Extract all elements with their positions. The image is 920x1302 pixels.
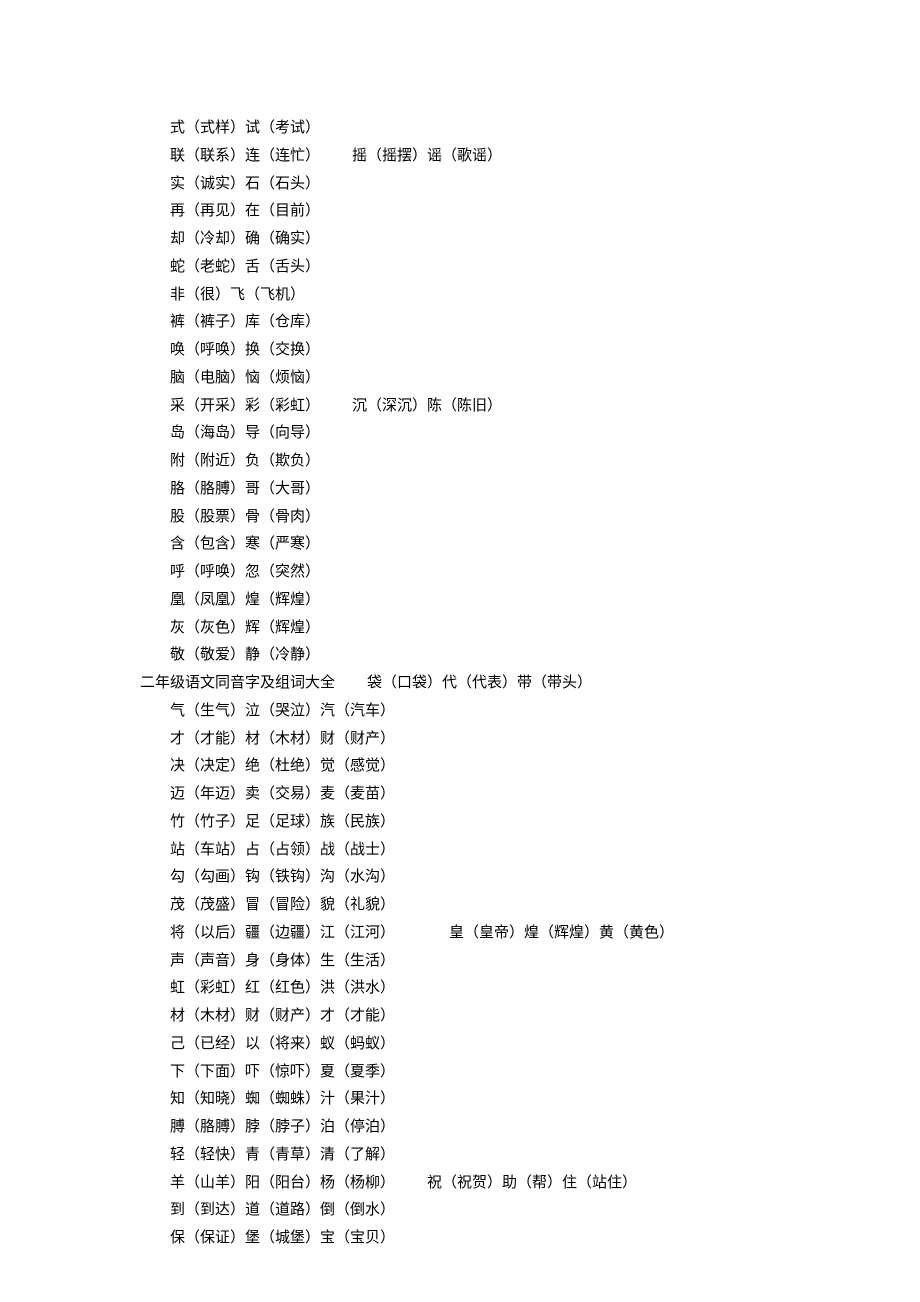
text-line: 羊（山羊）阳（阳台）杨（杨柳） 祝（祝贺）助（帮）住（站住） (140, 1170, 860, 1198)
document-page: 式（式样）试（考试） 联（联系）连（连忙） 摇（摇摆）谣（歌谣） 实（诚实）石（石头）… (0, 0, 920, 1302)
text-line: 材（木材）财（财产）才（才能） (140, 1003, 860, 1031)
text-line: 膊（胳膊）脖（脖子）泊（停泊） (140, 1114, 860, 1142)
text-line: 迈（年迈）卖（交易）麦（麦苗） (140, 781, 860, 809)
text-line: 竹（竹子）足（足球）族（民族） (140, 809, 860, 837)
text-line: 裤（裤子）库（仓库） (140, 309, 860, 337)
text-segment: 祝（祝贺）助（帮）住（站住） (427, 1175, 637, 1191)
text-segment: 摇（摇摆）谣（歌谣） (352, 148, 502, 164)
text-segment: 采（开采）彩（彩虹） (170, 398, 320, 414)
text-segment: 脑（电脑）恼（烦恼） (170, 370, 320, 386)
text-line: 含（包含）寒（严寒） (140, 531, 860, 559)
text-line: 己（已经）以（将来）蚁（蚂蚁） (140, 1031, 860, 1059)
text-segment: 非（很）飞（飞机） (170, 287, 305, 303)
text-line: 才（才能）材（木材）财（财产） (140, 726, 860, 754)
text-segment: 裤（裤子）库（仓库） (170, 314, 320, 330)
text-segment: 再（再见）在（目前） (170, 203, 320, 219)
text-line: 蛇（老蛇）舌（舌头） (140, 254, 860, 282)
text-segment: 虹（彩虹）红（红色）洪（洪水） (170, 980, 395, 996)
text-line: 呼（呼唤）忽（突然） (140, 559, 860, 587)
text-line: 式（式样）试（考试） (140, 115, 860, 143)
text-segment: 下（下面）吓（惊吓）夏（夏季） (170, 1064, 395, 1080)
text-segment: 竹（竹子）足（足球）族（民族） (170, 814, 395, 830)
text-segment: 才（才能）材（木材）财（财产） (170, 731, 395, 747)
text-segment: 实（诚实）石（石头） (170, 176, 320, 192)
text-segment: 敬（敬爱）静（冷静） (170, 647, 320, 663)
text-segment: 将（以后）疆（边疆）江（江河） (170, 925, 395, 941)
text-segment: 含（包含）寒（严寒） (170, 536, 320, 552)
text-line: 将（以后）疆（边疆）江（江河） 皇（皇帝）煌（辉煌）黄（黄色） (140, 920, 860, 948)
text-segment: 保（保证）堡（城堡）宝（宝贝） (170, 1230, 395, 1246)
text-segment: 胳（胳膊）哥（大哥） (170, 481, 320, 497)
text-line: 决（决定）绝（杜绝）觉（感觉） (140, 753, 860, 781)
text-line: 气（生气）泣（哭泣）汽（汽车） (140, 698, 860, 726)
text-segment: 却（冷却）确（确实） (170, 231, 320, 247)
text-segment: 气（生气）泣（哭泣）汽（汽车） (170, 703, 395, 719)
text-line: 非（很）飞（飞机） (140, 282, 860, 310)
text-segment: 蛇（老蛇）舌（舌头） (170, 259, 320, 275)
text-line: 采（开采）彩（彩虹） 沉（深沉）陈（陈旧） (140, 393, 860, 421)
text-segment: 知（知晓）蜘（蜘蛛）汁（果汁） (170, 1091, 395, 1107)
text-line: 唤（呼唤）换（交换） (140, 337, 860, 365)
text-line: 虹（彩虹）红（红色）洪（洪水） (140, 975, 860, 1003)
text-segment: 岛（海岛）导（向导） (170, 425, 320, 441)
text-line: 站（车站）占（占领）战（战士） (140, 837, 860, 865)
text-segment: 二年级语文同音字及组词大全 (140, 675, 335, 691)
text-line: 股（股票）骨（骨肉） (140, 504, 860, 532)
text-segment: 灰（灰色）辉（辉煌） (170, 620, 320, 636)
text-line: 却（冷却）确（确实） (140, 226, 860, 254)
text-line: 敬（敬爱）静（冷静） (140, 642, 860, 670)
text-line: 二年级语文同音字及组词大全 袋（口袋）代（代表）带（带头） (140, 670, 860, 698)
text-segment: 呼（呼唤）忽（突然） (170, 564, 320, 580)
text-line: 实（诚实）石（石头） (140, 171, 860, 199)
text-segment: 股（股票）骨（骨肉） (170, 509, 320, 525)
text-line: 保（保证）堡（城堡）宝（宝贝） (140, 1225, 860, 1253)
text-line: 再（再见）在（目前） (140, 198, 860, 226)
text-segment: 迈（年迈）卖（交易）麦（麦苗） (170, 786, 395, 802)
text-segment: 到（到达）道（道路）倒（倒水） (170, 1202, 395, 1218)
text-segment: 皇（皇帝）煌（辉煌）黄（黄色） (449, 925, 674, 941)
text-segment: 沉（深沉）陈（陈旧） (352, 398, 502, 414)
text-line: 轻（轻快）青（青草）清（了解） (140, 1142, 860, 1170)
text-segment: 袋（口袋）代（代表）带（带头） (367, 675, 592, 691)
text-segment: 己（已经）以（将来）蚁（蚂蚁） (170, 1036, 395, 1052)
text-segment: 羊（山羊）阳（阳台）杨（杨柳） (170, 1175, 395, 1191)
text-segment: 材（木材）财（财产）才（才能） (170, 1008, 395, 1024)
text-segment: 勾（勾画）钩（铁钩）沟（水沟） (170, 869, 395, 885)
text-segment: 唤（呼唤）换（交换） (170, 342, 320, 358)
text-segment: 附（附近）负（欺负） (170, 453, 320, 469)
text-segment: 凰（凤凰）煌（辉煌） (170, 592, 320, 608)
text-line: 附（附近）负（欺负） (140, 448, 860, 476)
text-segment: 轻（轻快）青（青草）清（了解） (170, 1147, 395, 1163)
text-line: 岛（海岛）导（向导） (140, 420, 860, 448)
text-line: 灰（灰色）辉（辉煌） (140, 615, 860, 643)
text-line: 茂（茂盛）冒（冒险）貌（礼貌） (140, 892, 860, 920)
text-line: 胳（胳膊）哥（大哥） (140, 476, 860, 504)
text-segment: 决（决定）绝（杜绝）觉（感觉） (170, 758, 395, 774)
text-line: 勾（勾画）钩（铁钩）沟（水沟） (140, 864, 860, 892)
text-segment: 膊（胳膊）脖（脖子）泊（停泊） (170, 1119, 395, 1135)
text-segment: 茂（茂盛）冒（冒险）貌（礼貌） (170, 897, 395, 913)
text-line: 到（到达）道（道路）倒（倒水） (140, 1197, 860, 1225)
text-segment: 联（联系）连（连忙） (170, 148, 320, 164)
text-line: 声（声音）身（身体）生（生活） (140, 948, 860, 976)
text-line: 脑（电脑）恼（烦恼） (140, 365, 860, 393)
text-line: 凰（凤凰）煌（辉煌） (140, 587, 860, 615)
text-line: 联（联系）连（连忙） 摇（摇摆）谣（歌谣） (140, 143, 860, 171)
text-line: 知（知晓）蜘（蜘蛛）汁（果汁） (140, 1086, 860, 1114)
text-line: 下（下面）吓（惊吓）夏（夏季） (140, 1059, 860, 1087)
text-segment: 站（车站）占（占领）战（战士） (170, 842, 395, 858)
text-segment: 式（式样）试（考试） (170, 120, 320, 136)
text-segment: 声（声音）身（身体）生（生活） (170, 953, 395, 969)
